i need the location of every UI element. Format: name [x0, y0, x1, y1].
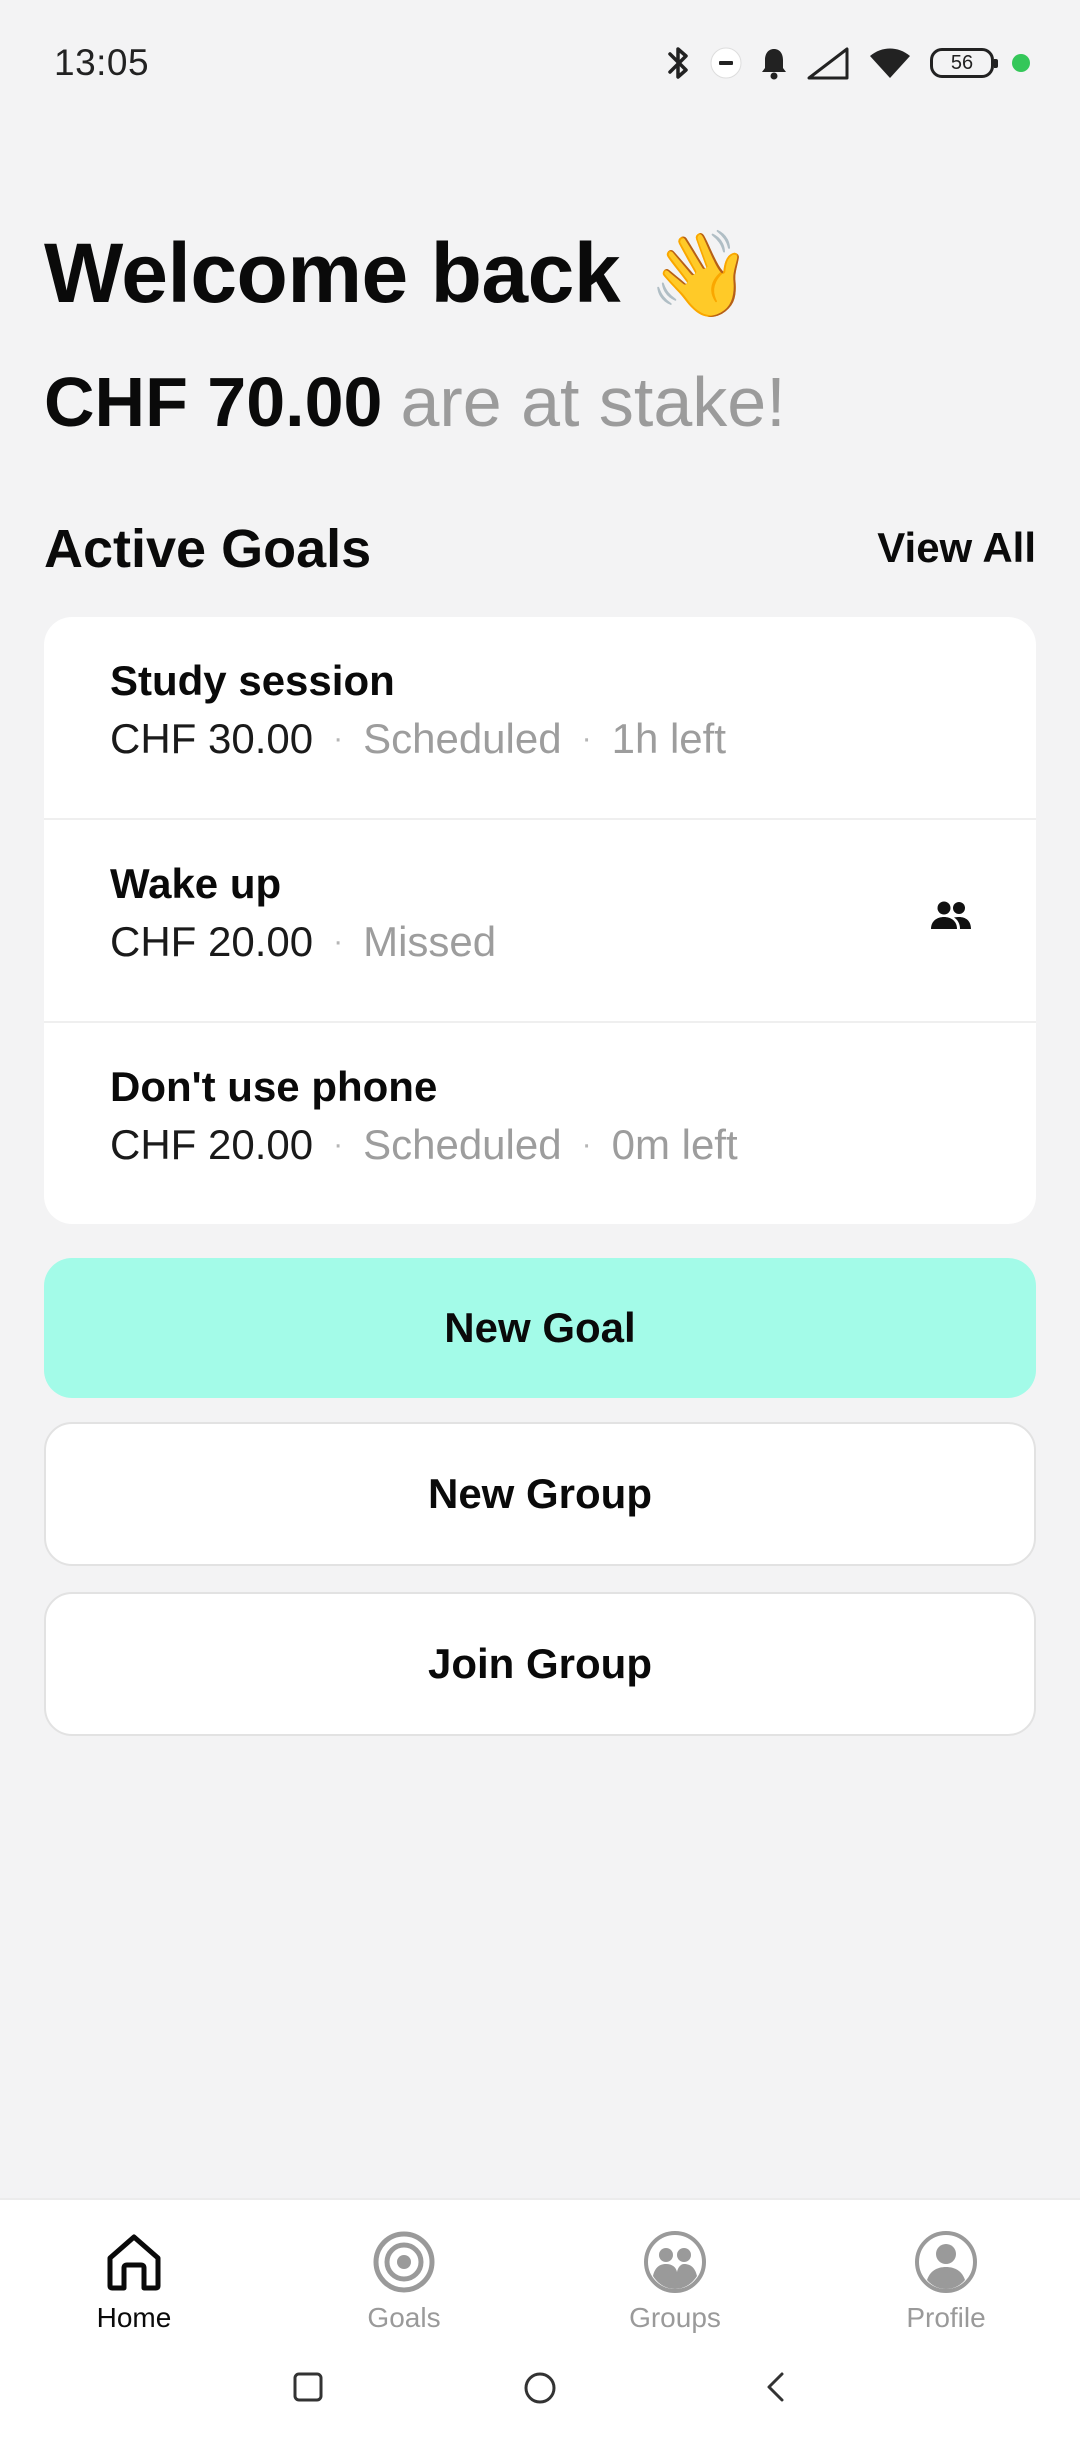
notification-bell-icon	[760, 46, 788, 80]
group-goal-icon	[930, 900, 972, 937]
status-bar: 13:05 56	[0, 0, 1080, 130]
nav-label: Goals	[367, 2302, 441, 2333]
goal-amount: CHF 30.00	[110, 715, 314, 762]
bluetooth-icon	[666, 45, 692, 81]
do-not-disturb-icon	[710, 47, 742, 79]
goal-row[interactable]: Don't use phone CHF 20.00 · Scheduled · …	[44, 1023, 1036, 1224]
goal-meta: CHF 20.00 · Scheduled · 0m left	[110, 1121, 1036, 1169]
waving-hand-icon: 👋	[648, 226, 753, 321]
nav-label: Groups	[629, 2302, 721, 2333]
active-goals-list: Study session CHF 30.00 · Scheduled · 1h…	[44, 617, 1036, 1224]
target-icon	[372, 2230, 436, 2294]
separator-dot: ·	[333, 1128, 344, 1161]
goal-time-left: 0m left	[611, 1121, 738, 1168]
privacy-indicator-dot	[1012, 54, 1030, 72]
stake-amount: CHF 70.00	[44, 363, 383, 441]
goal-meta: CHF 20.00 · Missed	[110, 918, 1036, 966]
goal-status: Scheduled	[363, 1121, 562, 1168]
nav-label: Profile	[906, 2302, 986, 2333]
goal-meta: CHF 30.00 · Scheduled · 1h left	[110, 715, 1036, 763]
separator-dot: ·	[581, 1128, 592, 1161]
separator-dot: ·	[581, 722, 592, 755]
battery-icon: 56	[930, 48, 998, 78]
nav-goals[interactable]: Goals	[304, 2230, 504, 2334]
system-navigation-bar	[0, 2370, 1080, 2430]
welcome-text: Welcome back	[44, 226, 621, 320]
view-all-button[interactable]: View All	[877, 524, 1036, 572]
new-group-button[interactable]: New Group	[44, 1422, 1036, 1566]
active-goals-title: Active Goals	[44, 519, 372, 579]
wifi-icon	[868, 46, 912, 80]
nav-profile[interactable]: Profile	[846, 2230, 1046, 2334]
nav-groups[interactable]: Groups	[575, 2230, 775, 2334]
stake-summary: CHF 70.00 are at stake!	[44, 362, 786, 442]
join-group-button[interactable]: Join Group	[44, 1592, 1036, 1736]
status-time: 13:05	[54, 42, 150, 83]
status-icons: 56	[666, 40, 1030, 86]
goal-status: Scheduled	[363, 715, 562, 762]
goal-status: Missed	[363, 918, 497, 965]
profile-icon	[914, 2230, 978, 2294]
nav-home[interactable]: Home	[34, 2230, 234, 2334]
goal-title: Study session	[110, 657, 395, 704]
goal-amount: CHF 20.00	[110, 918, 314, 965]
stake-text: are at stake!	[400, 363, 786, 441]
separator-dot: ·	[333, 925, 344, 958]
goal-amount: CHF 20.00	[110, 1121, 314, 1168]
goal-row[interactable]: Study session CHF 30.00 · Scheduled · 1h…	[44, 617, 1036, 820]
groups-icon	[643, 2230, 707, 2294]
system-home-icon[interactable]	[522, 2370, 558, 2411]
recent-apps-icon[interactable]	[291, 2370, 325, 2409]
goal-title: Wake up	[110, 860, 282, 907]
goal-row[interactable]: Wake up CHF 20.00 · Missed	[44, 820, 1036, 1023]
goal-title: Don't use phone	[110, 1063, 438, 1110]
welcome-heading: Welcome back 👋	[44, 225, 753, 322]
new-goal-button[interactable]: New Goal	[44, 1258, 1036, 1398]
nav-label: Home	[96, 2302, 172, 2333]
home-icon	[102, 2230, 166, 2294]
signal-icon	[806, 46, 850, 80]
separator-dot: ·	[333, 722, 344, 755]
goal-time-left: 1h left	[611, 715, 727, 762]
back-icon[interactable]	[760, 2370, 794, 2409]
